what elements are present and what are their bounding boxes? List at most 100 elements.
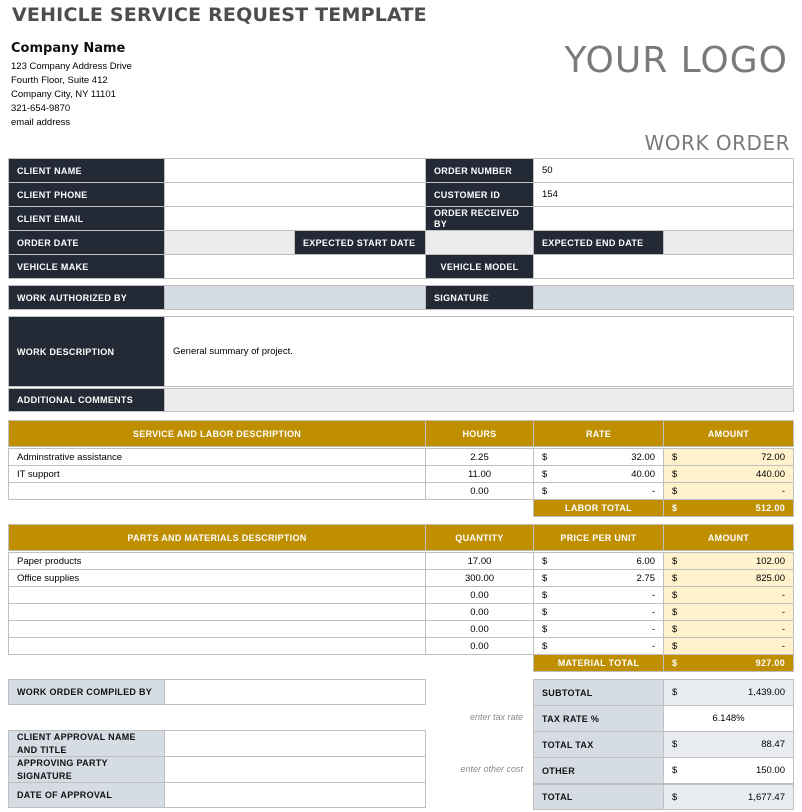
material-amount-cell: $825.00 — [663, 569, 794, 587]
order-received-by-field[interactable] — [533, 206, 794, 231]
labor-amount-cell: $ - — [663, 482, 794, 500]
company-email: email address — [11, 117, 71, 128]
work-description-field[interactable]: General summary of project. — [164, 316, 794, 387]
currency-symbol: $ — [672, 658, 678, 668]
other-label: OTHER — [533, 757, 664, 784]
material-quantity-cell[interactable]: 300.00 — [425, 569, 534, 587]
vehicle-model-label: VEHICLE MODEL — [425, 254, 534, 279]
subtotal-value: $ 1,439.00 — [663, 679, 794, 706]
page-title: VEHICLE SERVICE REQUEST TEMPLATE — [12, 4, 427, 26]
vehicle-model-field[interactable] — [533, 254, 794, 279]
signature-label: SIGNATURE — [425, 285, 534, 310]
material-price-cell[interactable]: $2.75 — [533, 569, 664, 587]
labor-rate-cell[interactable]: $40.00 — [533, 465, 664, 483]
client-approval-label: CLIENT APPROVAL NAME AND TITLE — [8, 730, 165, 757]
currency-symbol: $ — [672, 623, 678, 635]
material-price-cell-value: - — [651, 589, 655, 601]
labor-description-cell[interactable]: IT support — [8, 465, 426, 483]
order-number-field[interactable]: 50 — [533, 158, 794, 183]
labor-amount-cell: $440.00 — [663, 465, 794, 483]
currency-symbol: $ — [672, 451, 678, 463]
company-name: Company Name — [11, 41, 126, 56]
grand-total-value: $ 1,677.47 — [663, 783, 794, 810]
tax-rate-hint: enter tax rate — [469, 712, 523, 722]
client-approval-field[interactable] — [164, 730, 426, 757]
currency-symbol: $ — [542, 485, 548, 497]
additional-comments-field[interactable] — [164, 388, 794, 412]
material-quantity-cell[interactable]: 0.00 — [425, 586, 534, 604]
currency-symbol: $ — [542, 640, 548, 652]
material-description-cell[interactable] — [8, 637, 426, 655]
material-amount-cell-value: - — [781, 589, 785, 601]
additional-comments-label: ADDITIONAL COMMENTS — [8, 388, 165, 412]
labor-total-amount: 512.00 — [755, 503, 785, 513]
other-cost-input[interactable]: $ 150.00 — [663, 757, 794, 784]
client-phone-field[interactable] — [164, 182, 426, 207]
approving-signature-field[interactable] — [164, 756, 426, 783]
subtotal-amount: 1,439.00 — [748, 687, 785, 698]
labor-header-rate: RATE — [533, 420, 664, 447]
labor-hours-cell[interactable]: 0.00 — [425, 482, 534, 500]
labor-amount-cell-value: 440.00 — [755, 468, 785, 480]
labor-rate-cell-value: 32.00 — [631, 451, 655, 463]
currency-symbol: $ — [672, 606, 678, 618]
tax-rate-input[interactable]: 6.148% — [663, 705, 794, 732]
material-description-cell[interactable] — [8, 586, 426, 604]
material-quantity-cell[interactable]: 0.00 — [425, 603, 534, 621]
currency-symbol: $ — [672, 739, 678, 750]
customer-id-label: CUSTOMER ID — [425, 182, 534, 207]
material-description-cell[interactable] — [8, 603, 426, 621]
material-quantity-cell[interactable]: 0.00 — [425, 637, 534, 655]
expected-start-date-field[interactable] — [425, 230, 534, 255]
work-authorized-by-field[interactable] — [164, 285, 426, 310]
vehicle-make-field[interactable] — [164, 254, 426, 279]
material-amount-cell-value: 825.00 — [755, 572, 785, 584]
material-price-cell-value: - — [651, 623, 655, 635]
client-name-field[interactable] — [164, 158, 426, 183]
material-description-cell[interactable]: Office supplies — [8, 569, 426, 587]
material-price-cell[interactable]: $ - — [533, 637, 664, 655]
material-description-cell[interactable]: Paper products — [8, 552, 426, 570]
date-of-approval-field[interactable] — [164, 782, 426, 808]
date-of-approval-label: DATE OF APPROVAL — [8, 782, 165, 808]
material-amount-cell-value: - — [781, 606, 785, 618]
subtotal-label: SUBTOTAL — [533, 679, 664, 706]
materials-header-amount: AMOUNT — [663, 524, 794, 551]
labor-hours-cell[interactable]: 11.00 — [425, 465, 534, 483]
vehicle-make-label: VEHICLE MAKE — [8, 254, 165, 279]
material-amount-cell-value: 102.00 — [755, 555, 785, 567]
labor-amount-cell-value: - — [781, 485, 785, 497]
order-date-field[interactable] — [164, 230, 295, 255]
labor-rate-cell[interactable]: $ - — [533, 482, 664, 500]
work-authorized-by-label: WORK AUTHORIZED BY — [8, 285, 165, 310]
document-type: WORK ORDER — [644, 131, 790, 155]
labor-description-cell[interactable]: Adminstrative assistance — [8, 448, 426, 466]
labor-description-cell[interactable] — [8, 482, 426, 500]
currency-symbol: $ — [672, 640, 678, 652]
customer-id-field[interactable]: 154 — [533, 182, 794, 207]
material-quantity-cell[interactable]: 0.00 — [425, 620, 534, 638]
client-email-field[interactable] — [164, 206, 426, 231]
material-price-cell[interactable]: $6.00 — [533, 552, 664, 570]
labor-rate-cell[interactable]: $32.00 — [533, 448, 664, 466]
signature-field[interactable] — [533, 285, 794, 310]
material-amount-cell: $ - — [663, 603, 794, 621]
labor-total-label: LABOR TOTAL — [533, 499, 664, 517]
material-amount-cell: $ - — [663, 620, 794, 638]
materials-header-quantity: QUANTITY — [425, 524, 534, 551]
material-description-cell[interactable] — [8, 620, 426, 638]
currency-symbol: $ — [672, 485, 678, 497]
company-phone: 321-654-9870 — [11, 103, 71, 114]
material-price-cell[interactable]: $ - — [533, 620, 664, 638]
labor-hours-cell[interactable]: 2.25 — [425, 448, 534, 466]
expected-end-date-field[interactable] — [663, 230, 794, 255]
labor-amount-cell: $72.00 — [663, 448, 794, 466]
address-line-1: 123 Company Address Drive — [11, 61, 132, 72]
material-amount-cell-value: - — [781, 640, 785, 652]
material-price-cell[interactable]: $ - — [533, 586, 664, 604]
compiled-by-field[interactable] — [164, 679, 426, 705]
material-price-cell[interactable]: $ - — [533, 603, 664, 621]
material-price-cell-value: - — [651, 606, 655, 618]
material-price-cell-value: 2.75 — [636, 572, 656, 584]
material-quantity-cell[interactable]: 17.00 — [425, 552, 534, 570]
